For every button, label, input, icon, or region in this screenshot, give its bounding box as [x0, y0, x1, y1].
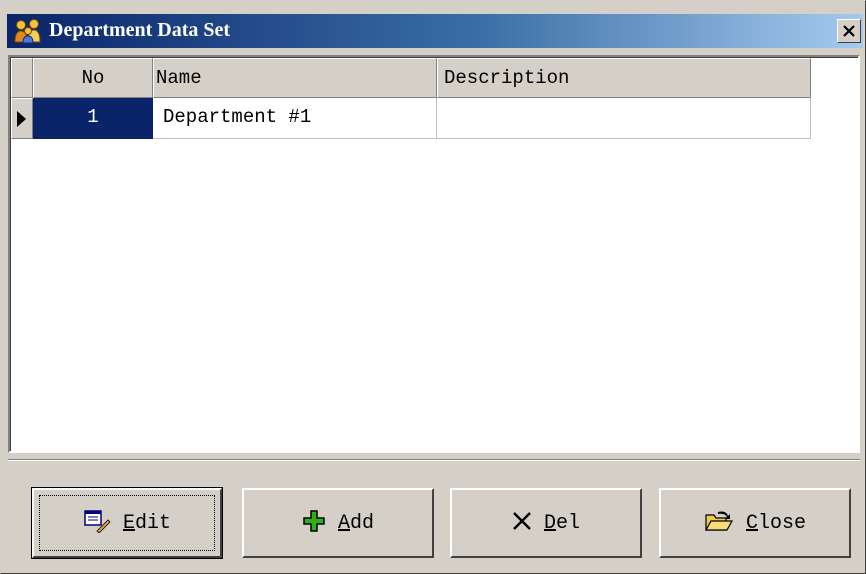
delete-button[interactable]: Del: [450, 488, 642, 558]
divider: [8, 459, 860, 461]
data-grid[interactable]: No Name Description 1 Department #1: [8, 55, 860, 453]
grid-frame: No Name Description 1 Department #1: [10, 57, 858, 451]
delete-label: Del: [543, 511, 581, 535]
edit-button[interactable]: Edit: [31, 487, 223, 559]
people-icon: [13, 18, 43, 44]
row-pointer-icon: [17, 111, 26, 127]
add-label: Add: [337, 511, 375, 535]
column-header-name[interactable]: Name: [153, 58, 437, 98]
close-button[interactable]: Close: [659, 488, 851, 558]
column-header-no[interactable]: No: [33, 58, 153, 98]
table-cell-description[interactable]: [437, 98, 811, 139]
current-row-indicator[interactable]: [11, 98, 33, 139]
close-icon: [843, 25, 855, 37]
window-title: Department Data Set: [49, 19, 231, 41]
table-cell-no[interactable]: 1: [33, 98, 153, 139]
plus-icon: [302, 509, 326, 538]
row-indicator-header: [11, 58, 33, 98]
department-dialog: Department Data Set No Name Description …: [0, 0, 866, 574]
add-button[interactable]: Add: [242, 488, 434, 558]
column-header-description[interactable]: Description: [437, 58, 811, 98]
x-icon: [512, 511, 532, 536]
close-window-button[interactable]: [837, 19, 861, 43]
close-label: Close: [745, 511, 807, 535]
open-folder-icon: [704, 509, 734, 538]
title-bar[interactable]: Department Data Set: [7, 14, 863, 48]
edit-icon: [83, 509, 111, 538]
table-cell-name[interactable]: Department #1: [153, 98, 437, 139]
edit-label: Edit: [122, 511, 172, 535]
